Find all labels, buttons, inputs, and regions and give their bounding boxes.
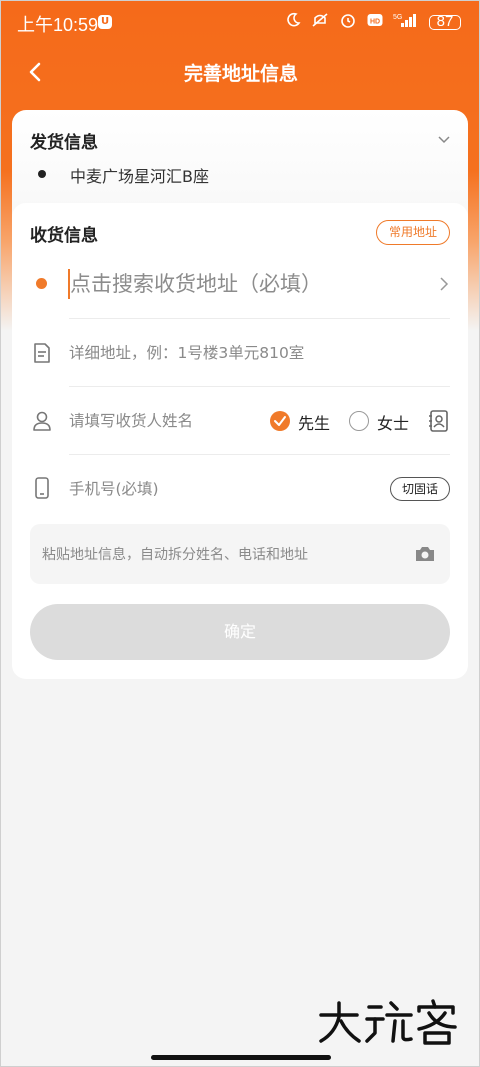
- status-time: 上午10:59: [17, 15, 99, 35]
- radio-label-mr[interactable]: 先生: [298, 410, 330, 434]
- status-icons: HD 5G 87: [285, 11, 461, 33]
- receiver-title: 收货信息: [30, 226, 98, 246]
- network-label: 5G: [393, 14, 402, 21]
- radio-label-ms[interactable]: 女士: [377, 410, 409, 434]
- sender-address: 中麦广场星河汇B座: [70, 167, 209, 186]
- nav-bar: 完善地址信息: [1, 49, 479, 93]
- phone-input[interactable]: [69, 476, 349, 502]
- divider: [69, 454, 450, 455]
- watermark-logo: [319, 999, 457, 1045]
- document-icon: [34, 343, 50, 363]
- paste-address-box[interactable]: 粘贴地址信息，自动拆分姓名、电话和地址: [30, 524, 450, 584]
- status-bar: 上午10:59 U HD 5G 87: [1, 1, 479, 41]
- signal-icon: 5G: [393, 11, 419, 33]
- phone-icon: [35, 477, 49, 499]
- mute-icon: [311, 12, 329, 32]
- contact-book-icon[interactable]: [428, 409, 450, 433]
- u-badge-icon: U: [98, 15, 112, 29]
- divider: [69, 318, 450, 319]
- chevron-down-icon[interactable]: [436, 132, 452, 148]
- svg-text:HD: HD: [370, 19, 380, 26]
- detail-address-input[interactable]: [69, 340, 369, 366]
- required-dot-icon: [36, 278, 47, 289]
- divider: [69, 386, 450, 387]
- sender-dot-icon: [38, 170, 46, 178]
- paste-placeholder: 粘贴地址信息，自动拆分姓名、电话和地址: [42, 547, 308, 563]
- home-indicator[interactable]: [151, 1055, 331, 1060]
- chevron-right-icon[interactable]: [438, 276, 450, 292]
- confirm-button[interactable]: 确定: [30, 604, 450, 660]
- common-address-button[interactable]: 常用地址: [376, 220, 450, 245]
- address-search-input[interactable]: [70, 267, 410, 301]
- page-title: 完善地址信息: [183, 63, 298, 85]
- alarm-icon: [339, 11, 357, 33]
- camera-icon[interactable]: [414, 544, 436, 564]
- battery-icon: 87: [429, 14, 461, 30]
- hd-icon: HD: [367, 13, 383, 31]
- user-icon: [33, 411, 51, 431]
- moon-icon: [285, 12, 301, 32]
- receiver-name-input[interactable]: [69, 408, 259, 434]
- radio-mr[interactable]: [270, 411, 290, 431]
- sender-title: 发货信息: [30, 133, 98, 153]
- check-icon: [274, 416, 286, 426]
- screen: 上午10:59 U HD 5G 87 完善地址信息 发货信息 中麦广场星河汇B座…: [0, 0, 480, 1067]
- receiver-card: 收货信息 常用地址 先生 女士: [12, 203, 468, 679]
- switch-landline-button[interactable]: 切固话: [390, 477, 450, 501]
- text-cursor: [68, 269, 70, 299]
- radio-ms[interactable]: [349, 411, 369, 431]
